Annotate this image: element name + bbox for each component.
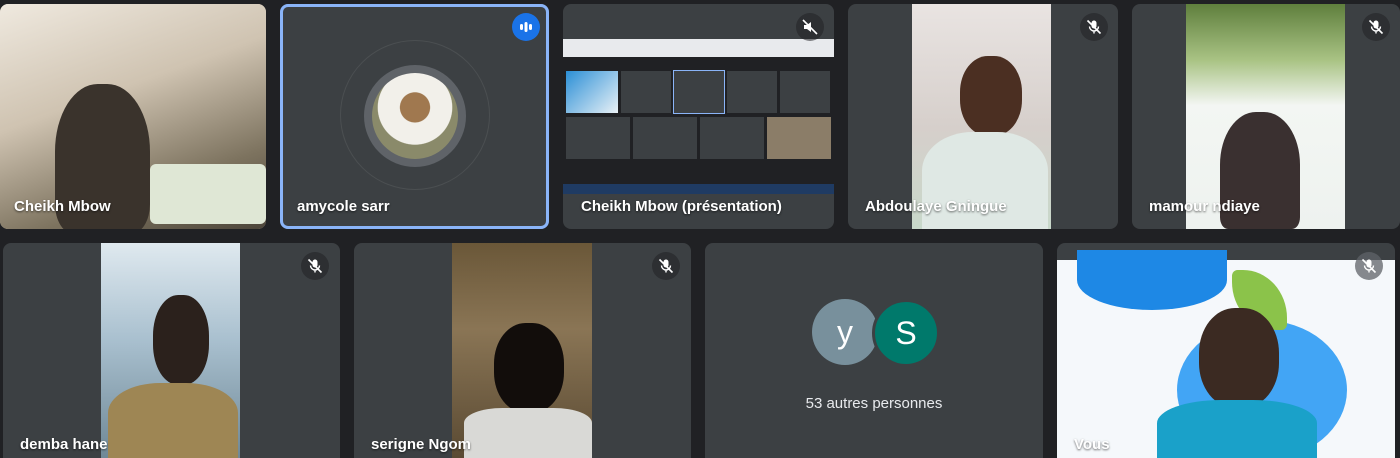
- shared-screen-thumb: [767, 117, 831, 159]
- participant-tile-cheikh-mbow[interactable]: Cheikh Mbow: [0, 4, 266, 229]
- self-video-face: [1199, 308, 1279, 408]
- shared-screen-browser-bar: [563, 39, 834, 57]
- participant-tile-others[interactable]: y S 53 autres personnes: [705, 243, 1043, 458]
- participant-video-body: [108, 383, 238, 458]
- participant-video-face: [153, 295, 209, 385]
- shared-screen-thumb: [566, 117, 630, 159]
- participant-video-body: [464, 408, 592, 458]
- participant-tile-mamour-ndiaye[interactable]: mamour ndiaye: [1132, 4, 1400, 229]
- participant-video-face: [494, 323, 564, 413]
- mic-off-icon: [1355, 252, 1383, 280]
- participant-name: Cheikh Mbow (présentation): [581, 198, 782, 215]
- avatar-s: S: [872, 299, 940, 367]
- participant-name: Vous: [1074, 436, 1110, 453]
- participant-tile-presentation[interactable]: Cheikh Mbow (présentation): [563, 4, 834, 229]
- participant-name: amycole sarr: [297, 198, 390, 215]
- volume-off-icon: [796, 13, 824, 41]
- shared-screen-thumb: [780, 71, 830, 113]
- participant-tile-self[interactable]: Vous: [1057, 243, 1395, 458]
- participant-tile-demba-hane[interactable]: demba hane: [3, 243, 340, 458]
- participant-name: demba hane: [20, 436, 108, 453]
- mic-off-icon: [301, 252, 329, 280]
- mic-off-icon: [1362, 13, 1390, 41]
- avatar: [372, 73, 458, 159]
- participant-name: Abdoulaye Gningue: [865, 198, 1007, 215]
- mic-off-icon: [1080, 13, 1108, 41]
- shared-screen: [563, 39, 834, 194]
- shared-screen-thumb: [633, 117, 697, 159]
- participant-name: Cheikh Mbow: [14, 198, 111, 215]
- participant-video-face: [960, 56, 1022, 136]
- self-video-body: [1157, 400, 1317, 458]
- participant-name: serigne Ngom: [371, 436, 472, 453]
- shared-screen-thumb: [566, 71, 618, 113]
- participant-tile-abdoulaye-gningue[interactable]: Abdoulaye Gningue: [848, 4, 1118, 229]
- shared-screen-thumb: [727, 71, 777, 113]
- participant-tile-amycole-sarr[interactable]: amycole sarr: [280, 4, 549, 229]
- others-count-label: 53 autres personnes: [805, 395, 943, 412]
- mic-off-icon: [652, 252, 680, 280]
- shared-screen-thumb: [621, 71, 671, 113]
- shared-screen-taskbar: [563, 184, 834, 194]
- participant-name: mamour ndiaye: [1149, 198, 1260, 215]
- audio-level-icon: [512, 13, 540, 41]
- shared-screen-thumb: [700, 117, 764, 159]
- self-video: [1057, 250, 1395, 458]
- participant-video-banner: [150, 164, 266, 224]
- self-video-shape: [1077, 250, 1227, 310]
- participant-tile-serigne-ngom[interactable]: serigne Ngom: [354, 243, 691, 458]
- avatar-y: y: [812, 299, 878, 365]
- shared-screen-thumb: [673, 70, 725, 114]
